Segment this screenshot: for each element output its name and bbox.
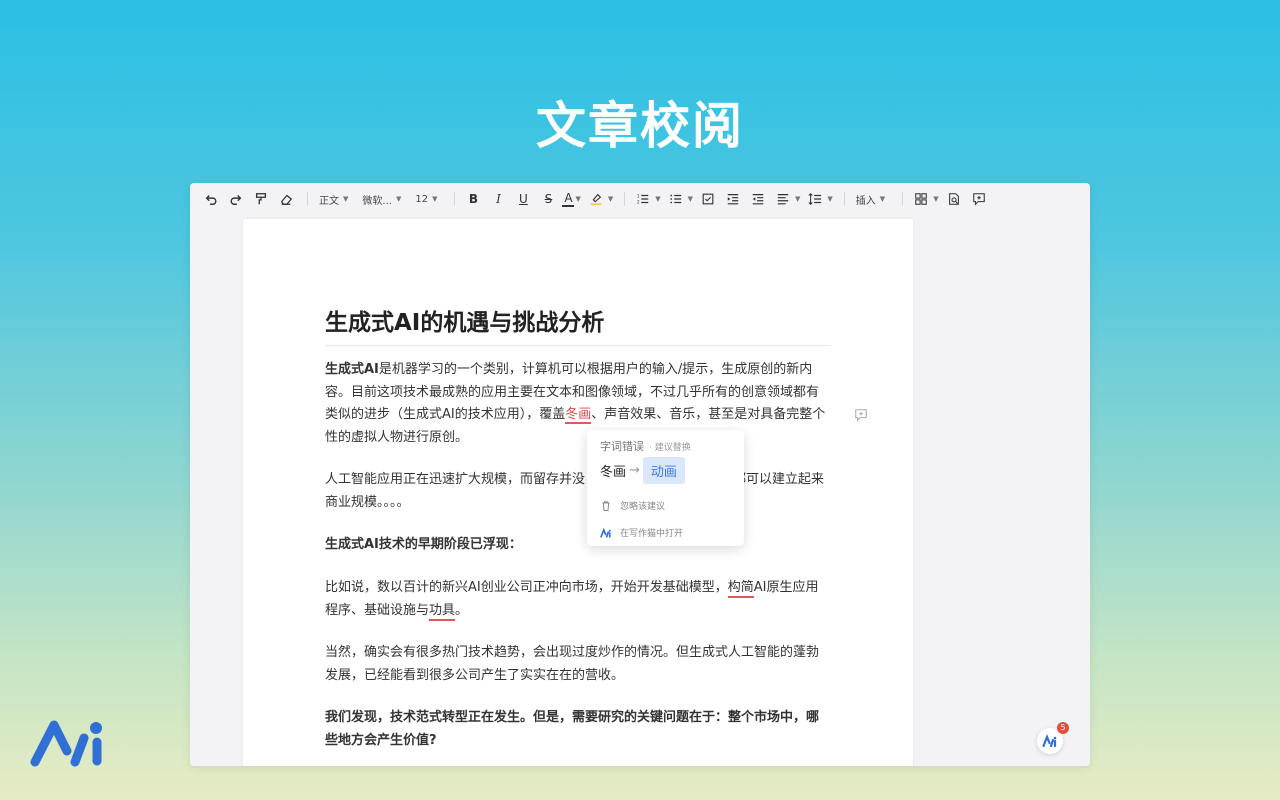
error-word-tool[interactable]: 功具 xyxy=(429,602,456,621)
paragraph-5[interactable]: 当然，确实会有很多热门技术趋势，会出现过度炒作的情况。但生成式人工智能的蓬勃发展… xyxy=(325,642,831,687)
suggestion-popover: 字词错误 · 建议替换 冬画 → 动画 忽略该建议 在写作猫中打开 xyxy=(587,430,744,546)
strikethrough-icon[interactable]: S xyxy=(537,188,559,210)
error-word-animation[interactable]: 冬画 xyxy=(565,407,592,424)
toolbar-divider xyxy=(624,192,626,206)
chevron-down-icon: ▼ xyxy=(879,195,886,203)
arrow-right-icon: → xyxy=(629,463,640,478)
line-spacing-icon[interactable] xyxy=(804,188,826,210)
chevron-down-icon: ▼ xyxy=(343,195,349,203)
indent-icon[interactable] xyxy=(722,188,744,210)
highlight-icon[interactable] xyxy=(585,188,607,210)
chevron-down-icon[interactable]: ▼ xyxy=(795,195,800,203)
paragraph-1-bold: 生成式AI xyxy=(325,362,379,377)
writing-cat-logo-icon xyxy=(600,527,611,538)
paragraph-style-value: 正文 xyxy=(319,195,339,207)
toolbar-divider xyxy=(454,192,456,206)
font-size-select[interactable]: 12 ▼ xyxy=(411,188,441,210)
paragraph-4-text-a: 比如说，数以百计的新兴AI创业公司正冲向市场，开始开发基础模型， xyxy=(325,580,728,595)
original-word: 冬画 xyxy=(600,465,627,480)
open-in-app-label: 在写作猫中打开 xyxy=(620,529,684,539)
suggestion-header: 字词错误 · 建议替换 xyxy=(600,438,691,454)
suggestion-row: 冬画 → 动画 xyxy=(600,457,685,484)
eraser-icon[interactable] xyxy=(275,188,297,210)
toolbar-divider xyxy=(843,192,845,206)
font-family-select[interactable]: 微软... ▼ xyxy=(358,188,405,210)
table-icon[interactable] xyxy=(910,188,932,210)
redo-icon[interactable] xyxy=(225,188,247,210)
outdent-icon[interactable] xyxy=(747,188,769,210)
writing-cat-logo-icon xyxy=(1042,734,1057,748)
toolbar: 正文 ▼ 微软... ▼ 12 ▼ B I U S A ▼ ▼ 12 ▼ ▼ ▼ ▼ … xyxy=(190,183,1090,215)
chevron-down-icon[interactable]: ▼ xyxy=(608,195,613,203)
paragraph-4[interactable]: 比如说，数以百计的新兴AI创业公司正冲向市场，开始开发基础模型，构简AI原生应用… xyxy=(325,577,831,622)
suggestion-hint: · 建议替换 xyxy=(649,443,691,453)
chevron-down-icon[interactable]: ▼ xyxy=(575,195,580,203)
ordered-list-icon[interactable]: 12 xyxy=(632,188,654,210)
hero-title: 文章校阅 xyxy=(536,97,744,155)
comment-icon[interactable] xyxy=(968,188,990,210)
open-in-app-button[interactable]: 在写作猫中打开 xyxy=(600,526,683,539)
chevron-down-icon[interactable]: ▼ xyxy=(688,195,693,203)
ignore-suggestion-button[interactable]: 忽略该建议 xyxy=(600,499,665,512)
brand-logo-icon xyxy=(30,720,102,767)
font-color-icon[interactable]: A xyxy=(562,191,575,207)
paragraph-6[interactable]: 我们发现，技术范式转型正在发生。但是，需要研究的关键问题在于：整个市场中，哪些地… xyxy=(325,707,831,752)
svg-text:1: 1 xyxy=(637,193,640,199)
bullet-list-icon[interactable] xyxy=(665,188,687,210)
underline-icon[interactable]: U xyxy=(512,188,534,210)
add-comment-icon[interactable] xyxy=(854,407,868,422)
font-size-value: 12 xyxy=(415,193,429,205)
paragraph-1[interactable]: 生成式AI是机器学习的一个类别，计算机可以根据用户的输入/提示，生成原创的新内容… xyxy=(325,359,831,449)
suggestion-category: 字词错误 xyxy=(600,440,644,453)
format-painter-icon[interactable] xyxy=(250,188,272,210)
undo-icon[interactable] xyxy=(200,188,222,210)
find-replace-icon[interactable] xyxy=(943,188,965,210)
bold-icon[interactable]: B xyxy=(462,188,484,210)
accept-suggestion-button[interactable]: 动画 xyxy=(642,457,685,484)
insert-menu[interactable]: 插入 ▼ xyxy=(852,188,889,210)
chevron-down-icon: ▼ xyxy=(432,195,438,203)
trash-icon xyxy=(602,500,610,511)
chevron-down-icon[interactable]: ▼ xyxy=(933,195,938,203)
toolbar-divider xyxy=(902,192,904,206)
notification-badge: 5 xyxy=(1057,722,1069,734)
paragraph-2-text-a: 人工智能应用正在迅速扩大规模，而留存并没 xyxy=(325,472,586,487)
paragraph-2[interactable]: 人工智能应用正在迅速扩大规模，而留存并没 都可以建立起来商业规模。。。。 xyxy=(325,469,831,514)
checklist-icon[interactable] xyxy=(697,188,719,210)
error-word-build[interactable]: 构简 xyxy=(727,580,754,598)
ai-assistant-button[interactable]: 5 xyxy=(1037,722,1069,754)
document-page[interactable]: 生成式AI的机遇与挑战分析 生成式AI是机器学习的一个类别，计算机可以根据用户的… xyxy=(243,219,913,766)
chevron-down-icon: ▼ xyxy=(395,195,402,203)
chevron-down-icon[interactable]: ▼ xyxy=(827,195,832,203)
align-icon[interactable] xyxy=(772,188,794,210)
italic-icon[interactable]: I xyxy=(487,188,509,210)
font-family-value: 微软... xyxy=(362,195,392,207)
insert-label: 插入 xyxy=(855,195,876,207)
chevron-down-icon[interactable]: ▼ xyxy=(655,195,660,203)
ignore-label: 忽略该建议 xyxy=(620,502,666,512)
paragraph-4-text-c: 。 xyxy=(455,602,469,618)
svg-text:2: 2 xyxy=(637,199,640,205)
toolbar-divider xyxy=(307,192,308,206)
section-heading[interactable]: 生成式AI技术的早期阶段已浮现： xyxy=(325,534,831,557)
editor-window: 正文 ▼ 微软... ▼ 12 ▼ B I U S A ▼ ▼ 12 ▼ ▼ ▼ ▼ … xyxy=(190,183,1090,766)
document-title[interactable]: 生成式AI的机遇与挑战分析 xyxy=(325,303,831,346)
paragraph-style-select[interactable]: 正文 ▼ xyxy=(315,188,352,210)
